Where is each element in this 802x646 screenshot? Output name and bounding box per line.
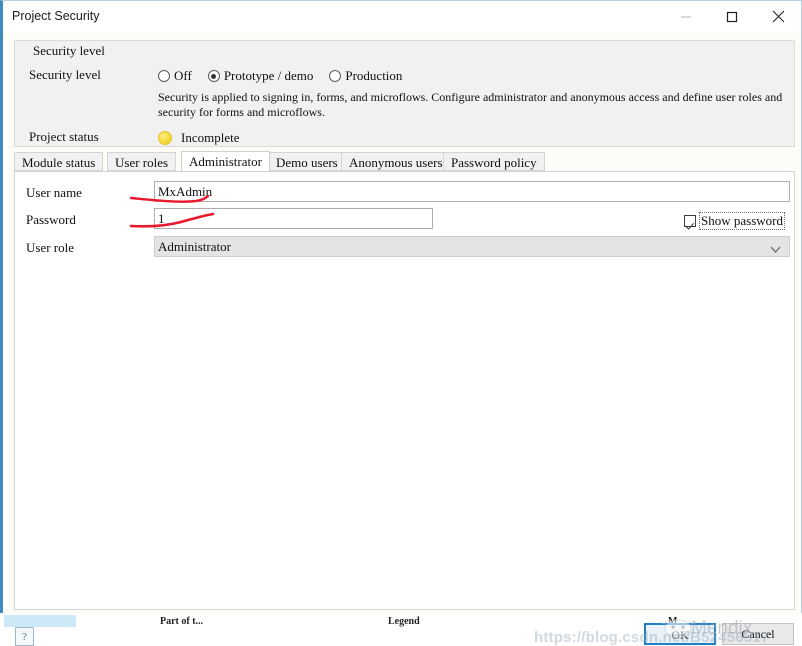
tab-password-policy[interactable]: Password policy — [443, 152, 545, 171]
ok-button[interactable]: OK — [644, 623, 716, 645]
radio-off-dot — [158, 70, 170, 82]
tab-strip: Module status User roles Administrator D… — [14, 151, 795, 172]
maximize-icon[interactable] — [709, 1, 755, 32]
user-name-input[interactable] — [154, 181, 790, 202]
title-bar: Project Security — [3, 1, 801, 32]
background-window-col-2: Legend — [388, 616, 420, 627]
security-level-label: Security level — [29, 67, 101, 82]
user-role-value: Administrator — [158, 239, 231, 254]
cancel-button[interactable]: Cancel — [722, 623, 794, 645]
administrator-tab-panel: User name Password Show password User ro… — [14, 171, 795, 610]
tab-module-status[interactable]: Module status — [14, 152, 104, 171]
window-controls — [663, 1, 801, 32]
security-level-group: Security level Security level Off Protot… — [14, 40, 795, 147]
checkbox-checked-icon — [684, 215, 696, 227]
security-level-description: Security is applied to signing in, forms… — [158, 90, 783, 119]
radio-prototype-demo[interactable]: Prototype / demo — [207, 68, 314, 84]
project-status-label: Project status — [29, 129, 99, 144]
minimize-icon[interactable] — [663, 1, 709, 32]
background-window-col-1: Part of t... — [160, 616, 204, 627]
close-icon[interactable] — [755, 1, 801, 32]
dialog-body: Security level Security level Off Protot… — [3, 32, 801, 646]
chevron-down-icon — [770, 241, 781, 258]
radio-production-label: Production — [345, 68, 403, 83]
project-status-value: Incomplete — [181, 130, 240, 145]
tab-administrator[interactable]: Administrator — [181, 151, 270, 172]
password-input[interactable] — [154, 208, 433, 229]
status-incomplete-icon — [158, 131, 172, 145]
show-password-checkbox[interactable]: Show password — [684, 212, 785, 230]
password-label: Password — [26, 212, 76, 227]
radio-prototype-demo-label: Prototype / demo — [223, 68, 314, 83]
security-level-radio-group: Off Prototype / demo Production — [158, 68, 418, 84]
project-status-value-row: Incomplete — [158, 130, 239, 146]
project-security-dialog: Project Security Security level Security… — [0, 0, 802, 646]
user-role-label: User role — [26, 240, 75, 255]
background-window-selection — [4, 615, 76, 627]
user-name-label: User name — [26, 185, 82, 200]
radio-off[interactable]: Off — [158, 68, 192, 84]
radio-production[interactable]: Production — [329, 68, 402, 84]
screenshot-root: Part of t... Legend M Project Security S… — [0, 0, 802, 646]
radio-prototype-demo-dot — [207, 70, 220, 82]
user-role-select[interactable]: Administrator — [154, 236, 790, 257]
show-password-label: Show password — [699, 212, 785, 230]
window-title: Project Security — [12, 9, 100, 23]
tab-demo-users[interactable]: Demo users — [268, 152, 346, 171]
help-button[interactable]: ? — [15, 627, 34, 646]
radio-off-label: Off — [174, 68, 192, 83]
radio-production-dot — [329, 70, 342, 82]
tab-anonymous-users[interactable]: Anonymous users — [341, 152, 451, 171]
tab-user-roles[interactable]: User roles — [107, 152, 177, 171]
security-level-legend: Security level — [29, 43, 109, 59]
